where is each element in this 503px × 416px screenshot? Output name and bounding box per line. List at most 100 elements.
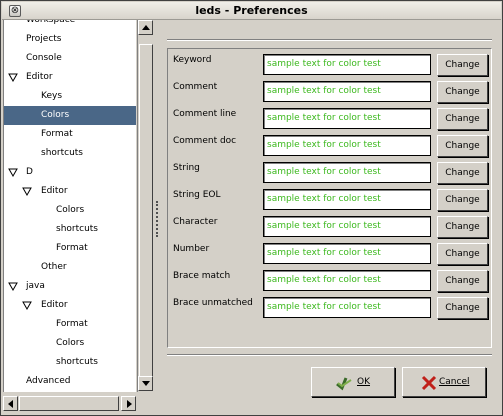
ok-label: OK [357, 377, 370, 387]
tree-item-label: Colors [41, 110, 70, 120]
cancel-label: Cancel [439, 377, 470, 387]
tree-item-label: Format [56, 319, 88, 329]
tree-item-label: shortcuts [56, 224, 98, 234]
color-row-label: String [173, 163, 200, 173]
tree-item-label: shortcuts [56, 357, 98, 367]
tree-item[interactable]: Editor [4, 182, 136, 201]
expanded-triangle-icon[interactable] [8, 168, 18, 177]
tree-item-label: Format [56, 243, 88, 253]
button-separator [167, 354, 492, 356]
scroll-down-button[interactable] [138, 376, 153, 391]
tree-item[interactable]: Colors [4, 106, 136, 125]
window-title: leds - Preferences [195, 4, 308, 17]
color-sample-field: sample text for color test [263, 54, 431, 75]
scroll-up-button[interactable] [138, 20, 153, 35]
tree-item-label: Colors [56, 205, 85, 215]
arrow-right-icon [127, 400, 132, 408]
preferences-window: ⊗ leds - Preferences Workspace Projects Co… [0, 0, 503, 416]
tree-item-label: shortcuts [41, 148, 83, 158]
change-color-button[interactable]: Change [437, 270, 488, 292]
tree-item-label: Projects [26, 34, 62, 44]
expanded-triangle-icon[interactable] [22, 187, 32, 196]
preferences-tree: Workspace Projects Console Editor Keys Colors… [3, 20, 136, 392]
tree-item[interactable]: shortcuts [4, 353, 136, 372]
color-sample-field: sample text for color test [263, 108, 431, 129]
tree-horizontal-scrollbar[interactable] [3, 396, 136, 411]
tree-item[interactable]: shortcuts [4, 220, 136, 239]
change-color-button[interactable]: Change [437, 297, 488, 319]
tree-item[interactable]: Colors [4, 201, 136, 220]
change-color-button[interactable]: Change [437, 135, 488, 157]
tree-item[interactable]: Format [4, 125, 136, 144]
ok-button[interactable]: OK [311, 367, 395, 397]
tree-item[interactable]: Keys [4, 87, 136, 106]
pane-splitter-handle[interactable] [156, 201, 159, 237]
change-color-button[interactable]: Change [437, 108, 488, 130]
tree-item-label: Keys [41, 91, 63, 101]
tree-item-label: D [26, 167, 33, 177]
tree-item[interactable]: Format [4, 239, 136, 258]
change-color-button[interactable]: Change [437, 189, 488, 211]
color-row-label: Comment line [173, 109, 237, 119]
tree-item[interactable]: shortcuts [4, 144, 136, 163]
color-row-label: Character [173, 217, 218, 227]
change-color-button[interactable]: Change [437, 162, 488, 184]
scroll-right-button[interactable] [121, 396, 136, 411]
color-sample-field: sample text for color test [263, 270, 431, 291]
change-color-button[interactable]: Change [437, 243, 488, 265]
hscroll-thumb[interactable] [19, 396, 119, 411]
color-row-label: Brace match [173, 271, 231, 281]
color-row-label: Comment [173, 82, 218, 92]
color-sample-field: sample text for color test [263, 297, 431, 318]
color-row-label: Keyword [173, 55, 212, 65]
tree-item[interactable]: Projects [4, 30, 136, 49]
tree-item-label: Editor [41, 186, 68, 196]
color-sample-field: sample text for color test [263, 81, 431, 102]
tree-item[interactable]: Editor [4, 68, 136, 87]
color-sample-field: sample text for color test [263, 216, 431, 237]
tree-item-label: Other [41, 262, 67, 272]
color-row-label: Number [173, 244, 210, 254]
tree-item[interactable]: Format [4, 315, 136, 334]
color-sample-field: sample text for color test [263, 189, 431, 210]
color-row-label: Comment doc [173, 136, 237, 146]
cancel-x-icon [421, 375, 437, 391]
tree-item-label: Console [26, 53, 62, 63]
tree-item[interactable]: Workspace [4, 20, 136, 30]
tree-item[interactable]: Other [4, 258, 136, 277]
panel-top-divider [167, 39, 492, 41]
tree-item-label: Editor [26, 72, 53, 82]
expanded-triangle-icon[interactable] [22, 301, 32, 310]
change-color-button[interactable]: Change [437, 54, 488, 76]
expanded-triangle-icon[interactable] [8, 282, 18, 291]
color-row-label: String EOL [173, 190, 221, 200]
tree-item-label: Colors [56, 338, 85, 348]
tree-item[interactable]: Console [4, 49, 136, 68]
scroll-thumb[interactable] [139, 44, 153, 382]
ok-check-icon [336, 377, 352, 391]
tree-item[interactable]: Editor [4, 296, 136, 315]
tree-item-label: Format [41, 129, 73, 139]
arrow-left-icon [8, 400, 13, 408]
change-color-button[interactable]: Change [437, 216, 488, 238]
tree-vertical-scrollbar[interactable] [137, 20, 154, 392]
tree-item[interactable]: java [4, 277, 136, 296]
tree-item[interactable]: Advanced [4, 372, 136, 391]
color-sample-field: sample text for color test [263, 135, 431, 156]
arrow-down-icon [142, 381, 150, 386]
title-bar: ⊗ leds - Preferences [2, 2, 501, 20]
tree-item[interactable]: Colors [4, 334, 136, 353]
cancel-button[interactable]: Cancel [402, 367, 486, 397]
tree-item[interactable]: D [4, 163, 136, 182]
color-sample-field: sample text for color test [263, 243, 431, 264]
tree-item-label: Advanced [26, 376, 71, 386]
arrow-up-icon [142, 25, 150, 30]
tree-item-label: java [26, 281, 45, 291]
scroll-left-button[interactable] [3, 396, 18, 411]
expanded-triangle-icon[interactable] [8, 73, 18, 82]
change-color-button[interactable]: Change [437, 81, 488, 103]
tree-item-label: Editor [41, 300, 68, 310]
color-sample-field: sample text for color test [263, 162, 431, 183]
color-row-label: Brace unmatched [173, 298, 253, 308]
tree-item-label: Workspace [26, 20, 76, 25]
